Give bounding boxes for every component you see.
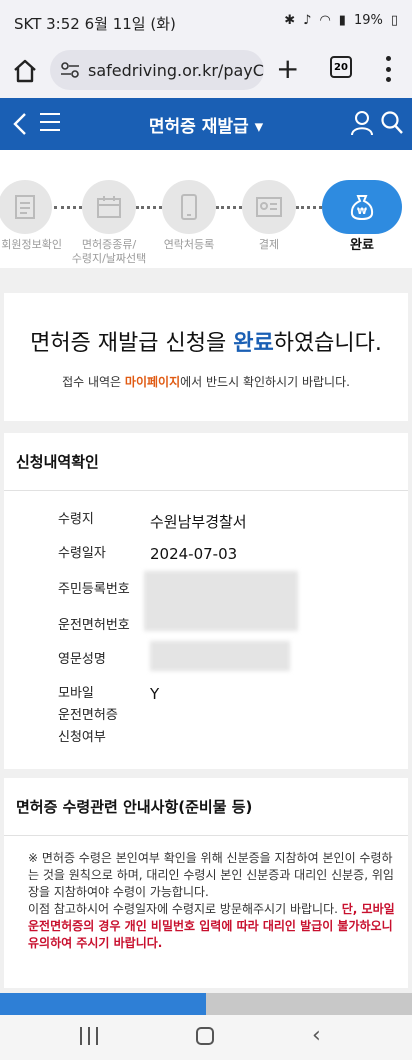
system-nav-bar: ‹ (0, 1015, 412, 1060)
step-label-member-info: 회원정보확인 (1, 238, 62, 251)
user-icon[interactable] (350, 110, 374, 136)
row-value-mobile-license: Y (150, 685, 160, 703)
notice-body: ※ 면허증 수령은 본인여부 확인을 위해 신분증을 지참하여 본인이 수령하는… (28, 850, 398, 952)
status-bar: SKT 3:52 6월 11일 (화) ✱ ♪ ◠ ▮ 19% ▯ (0, 0, 412, 46)
row-label-pickup-place: 수령지 (58, 512, 94, 527)
step-license-type (82, 180, 136, 234)
row-label-resident-number: 주민등록번호 (58, 582, 130, 597)
step-label-payment: 결제 (258, 238, 280, 251)
signal-icon: ▮ (338, 13, 346, 28)
tab-count-button[interactable]: 20 (330, 56, 352, 78)
completion-card: 면허증 재발급 신청을 완료하였습니다. 접수 내역은 마이페이지에서 반드시 … (4, 293, 408, 421)
mypage-link[interactable]: 마이페이지 (125, 375, 180, 389)
completion-message: 면허증 재발급 신청을 완료하였습니다. (30, 331, 382, 356)
new-tab-icon[interactable]: + (276, 52, 299, 85)
row-label-mobile-license: 모바일 운전면허증 신청여부 (58, 686, 118, 745)
application-detail-card: 신청내역확인 수령지 수원남부경찰서 수령일자 2024-07-03 주민등록번… (4, 433, 408, 769)
notice-title: 면허증 수령관련 안내사항(준비물 등) (16, 798, 253, 816)
more-menu-icon[interactable] (385, 56, 391, 82)
app-header: 면허증 재발급 ▾ (0, 98, 412, 150)
notice-line1: ※ 면허증 수령은 본인여부 확인을 위해 신분증을 지참하여 본인이 수령하는… (28, 851, 394, 899)
notice-line2: 이점 참고하시어 수령일자에 수령지로 방문해주시기 바랍니다. (28, 902, 342, 916)
svg-text:₩: ₩ (357, 207, 367, 217)
battery-icon: ▯ (390, 13, 398, 28)
step-payment (242, 180, 296, 234)
money-bag-icon: ₩ (350, 195, 374, 221)
progress-steps: ₩ 회원정보확인 면허증종류/ 수령지/날짜선택 연락처등록 결제 완료 (0, 150, 412, 268)
redacted-resident-number (144, 571, 298, 631)
divider (4, 490, 408, 491)
wifi-icon: ◠ (319, 13, 331, 28)
browser-toolbar: safedriving.or.kr/payCo + 20 (0, 46, 412, 98)
row-value-pickup-place: 수원남부경찰서 (150, 513, 247, 531)
notice-card: 면허증 수령관련 안내사항(준비물 등) ※ 면허증 수령은 본인여부 확인을 … (4, 778, 408, 988)
calendar-icon (97, 196, 121, 218)
mute-icon: ♪ (303, 13, 312, 28)
primary-button[interactable] (0, 993, 206, 1015)
step-contact (162, 180, 216, 234)
step-label-contact: 연락처등록 (163, 238, 215, 251)
row-label-english-name: 영문성명 (58, 652, 106, 667)
document-icon (15, 195, 35, 219)
completion-subtext: 접수 내역은 마이페이지에서 반드시 확인하시기 바랍니다. (62, 375, 350, 389)
battery-text: 19% (353, 13, 383, 28)
site-settings-icon[interactable] (60, 61, 80, 79)
url-field[interactable]: safedriving.or.kr/payCo (50, 50, 264, 90)
search-icon[interactable] (380, 110, 404, 136)
step-member-info (0, 180, 52, 234)
bluetooth-icon: ✱ (284, 13, 296, 28)
home-button-icon[interactable] (196, 1027, 214, 1045)
detail-title: 신청내역확인 (16, 453, 99, 471)
divider (4, 835, 408, 836)
redacted-english-name (150, 641, 290, 671)
recent-apps-icon[interactable] (80, 1027, 98, 1045)
home-icon[interactable] (12, 58, 38, 84)
card-icon (256, 197, 282, 217)
row-value-pickup-date: 2024-07-03 (150, 545, 238, 563)
secondary-button[interactable] (206, 993, 412, 1015)
back-nav-icon[interactable]: ‹ (312, 1023, 321, 1048)
step-label-license-type: 면허증종류/ 수령지/날짜선택 (71, 238, 147, 265)
step-label-complete: 완료 (350, 238, 374, 253)
phone-icon (181, 194, 197, 220)
step-complete: ₩ (322, 180, 402, 234)
status-time: SKT 3:52 6월 11일 (화) (14, 15, 176, 33)
row-label-pickup-date: 수령일자 (58, 546, 106, 561)
row-label-license-number: 운전면허번호 (58, 618, 130, 633)
url-text: safedriving.or.kr/payCo (88, 60, 264, 80)
